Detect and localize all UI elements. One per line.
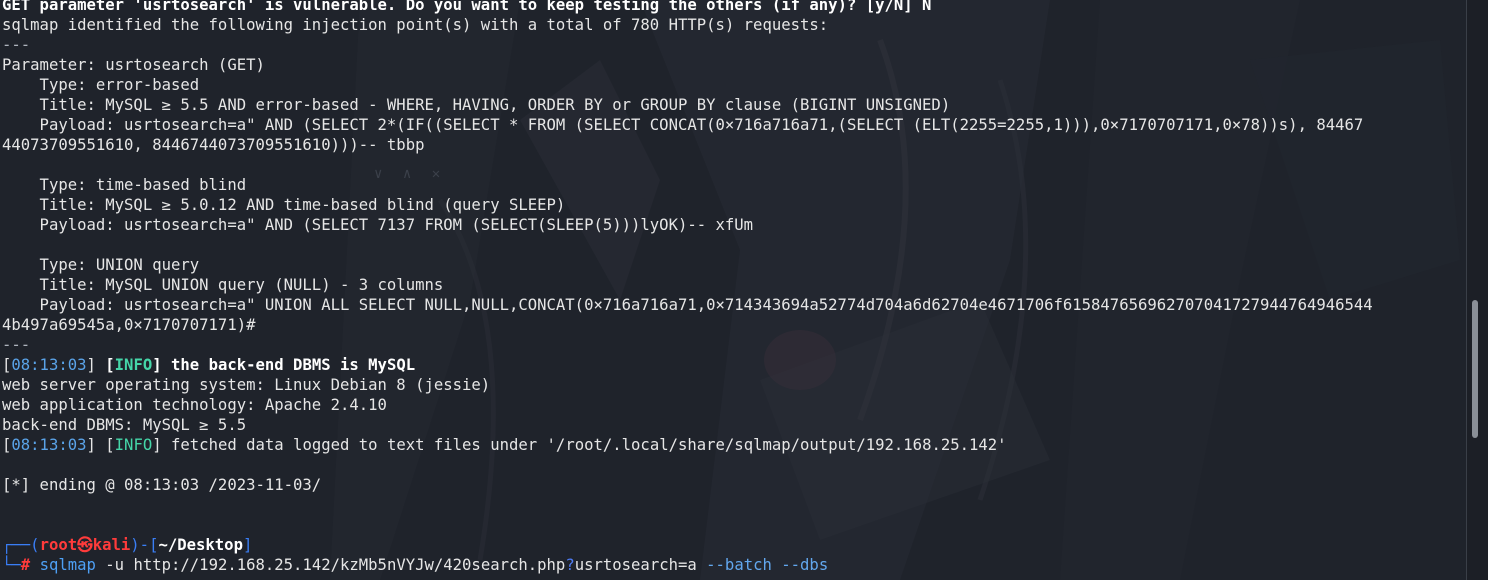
skull-icon: ㉿ bbox=[77, 536, 93, 554]
log-message: the back-end DBMS is MySQL bbox=[161, 356, 416, 374]
prompt-bracket: ] bbox=[242, 536, 253, 554]
terminal-line: 4b497a69545a,0×7170707171)# bbox=[2, 316, 256, 334]
terminal-line: web application technology: Apache 2.4.1… bbox=[2, 396, 387, 414]
terminal-line: Title: MySQL ≥ 5.0.12 AND time-based bli… bbox=[2, 196, 566, 214]
terminal-line: Type: time-based blind bbox=[2, 176, 247, 194]
terminal-line: Title: MySQL ≥ 5.5 AND error-based - WHE… bbox=[2, 96, 951, 114]
query-mark: ? bbox=[565, 556, 575, 574]
log-line-info: [08:13:03] [INFO] the back-end DBMS is M… bbox=[2, 355, 1464, 375]
scrollbar-thumb[interactable] bbox=[1472, 300, 1478, 438]
bracket: ] bbox=[86, 356, 106, 374]
prompt-corner-top: ┌──( bbox=[2, 536, 40, 554]
log-level-tag: INFO bbox=[114, 356, 153, 374]
terminal-line: 44073709551610, 8446744073709551610)))--… bbox=[2, 136, 425, 154]
log-timestamp: 08:13:03 bbox=[11, 356, 87, 374]
terminal-line: Type: error-based bbox=[2, 76, 200, 94]
terminal-line: sqlmap identified the following injectio… bbox=[2, 16, 829, 34]
terminal-line: Title: MySQL UNION query (NULL) - 3 colu… bbox=[2, 276, 444, 294]
command-input-line[interactable]: └─# sqlmap -u http://192.168.25.142/kzMb… bbox=[2, 555, 1464, 575]
prompt-user: root bbox=[39, 536, 78, 554]
prompt-host: kali bbox=[92, 536, 131, 554]
log-level-tag: INFO bbox=[114, 436, 153, 454]
terminal-output: GET parameter 'usrtosearch' is vulnerabl… bbox=[2, 0, 1464, 575]
log-timestamp: 08:13:03 bbox=[11, 436, 87, 454]
command-args: -u http://192.168.25.142/kzMb5nVYJw/420s… bbox=[95, 556, 566, 574]
vertical-scrollbar[interactable] bbox=[1466, 0, 1488, 580]
bracket: [ bbox=[2, 436, 12, 454]
prompt-bracket: )-[ bbox=[130, 536, 159, 554]
terminal-line: Payload: usrtosearch=a" AND (SELECT 7137… bbox=[2, 216, 754, 234]
prompt-hash: # bbox=[20, 556, 31, 574]
separator-line: --- bbox=[2, 336, 31, 354]
terminal-line: Payload: usrtosearch=a" AND (SELECT 2*(I… bbox=[2, 116, 1364, 134]
terminal-line: [*] ending @ 08:13:03 /2023-11-03/ bbox=[2, 476, 322, 494]
command-flag: --batch bbox=[706, 556, 772, 574]
bracket: ] [ bbox=[86, 436, 115, 454]
bracket: [ bbox=[2, 356, 12, 374]
bracket: [ bbox=[105, 356, 115, 374]
terminal-line: GET parameter 'usrtosearch' is vulnerabl… bbox=[2, 0, 932, 14]
bracket: ] bbox=[152, 436, 162, 454]
separator-line: --- bbox=[2, 36, 31, 54]
log-message: fetched data logged to text files under … bbox=[161, 436, 1007, 454]
command-name: sqlmap bbox=[39, 556, 96, 574]
terminal-line: Payload: usrtosearch=a" UNION ALL SELECT… bbox=[2, 296, 1373, 314]
bracket: ] bbox=[152, 356, 162, 374]
command-flag: --dbs bbox=[781, 556, 829, 574]
command-args: usrtosearch=a bbox=[574, 556, 707, 574]
terminal-line: back-end DBMS: MySQL ≥ 5.5 bbox=[2, 416, 247, 434]
terminal-line: Parameter: usrtosearch (GET) bbox=[2, 56, 265, 74]
terminal-line: Type: UNION query bbox=[2, 256, 200, 274]
prompt-header: ┌──(root㉿kali)-[~/Desktop] bbox=[2, 535, 1464, 555]
prompt-corner-bottom: └─ bbox=[2, 556, 21, 574]
terminal-line: web server operating system: Linux Debia… bbox=[2, 376, 491, 394]
prompt-cwd: ~/Desktop bbox=[158, 536, 243, 554]
log-line-info: [08:13:03] [INFO] fetched data logged to… bbox=[2, 435, 1464, 455]
